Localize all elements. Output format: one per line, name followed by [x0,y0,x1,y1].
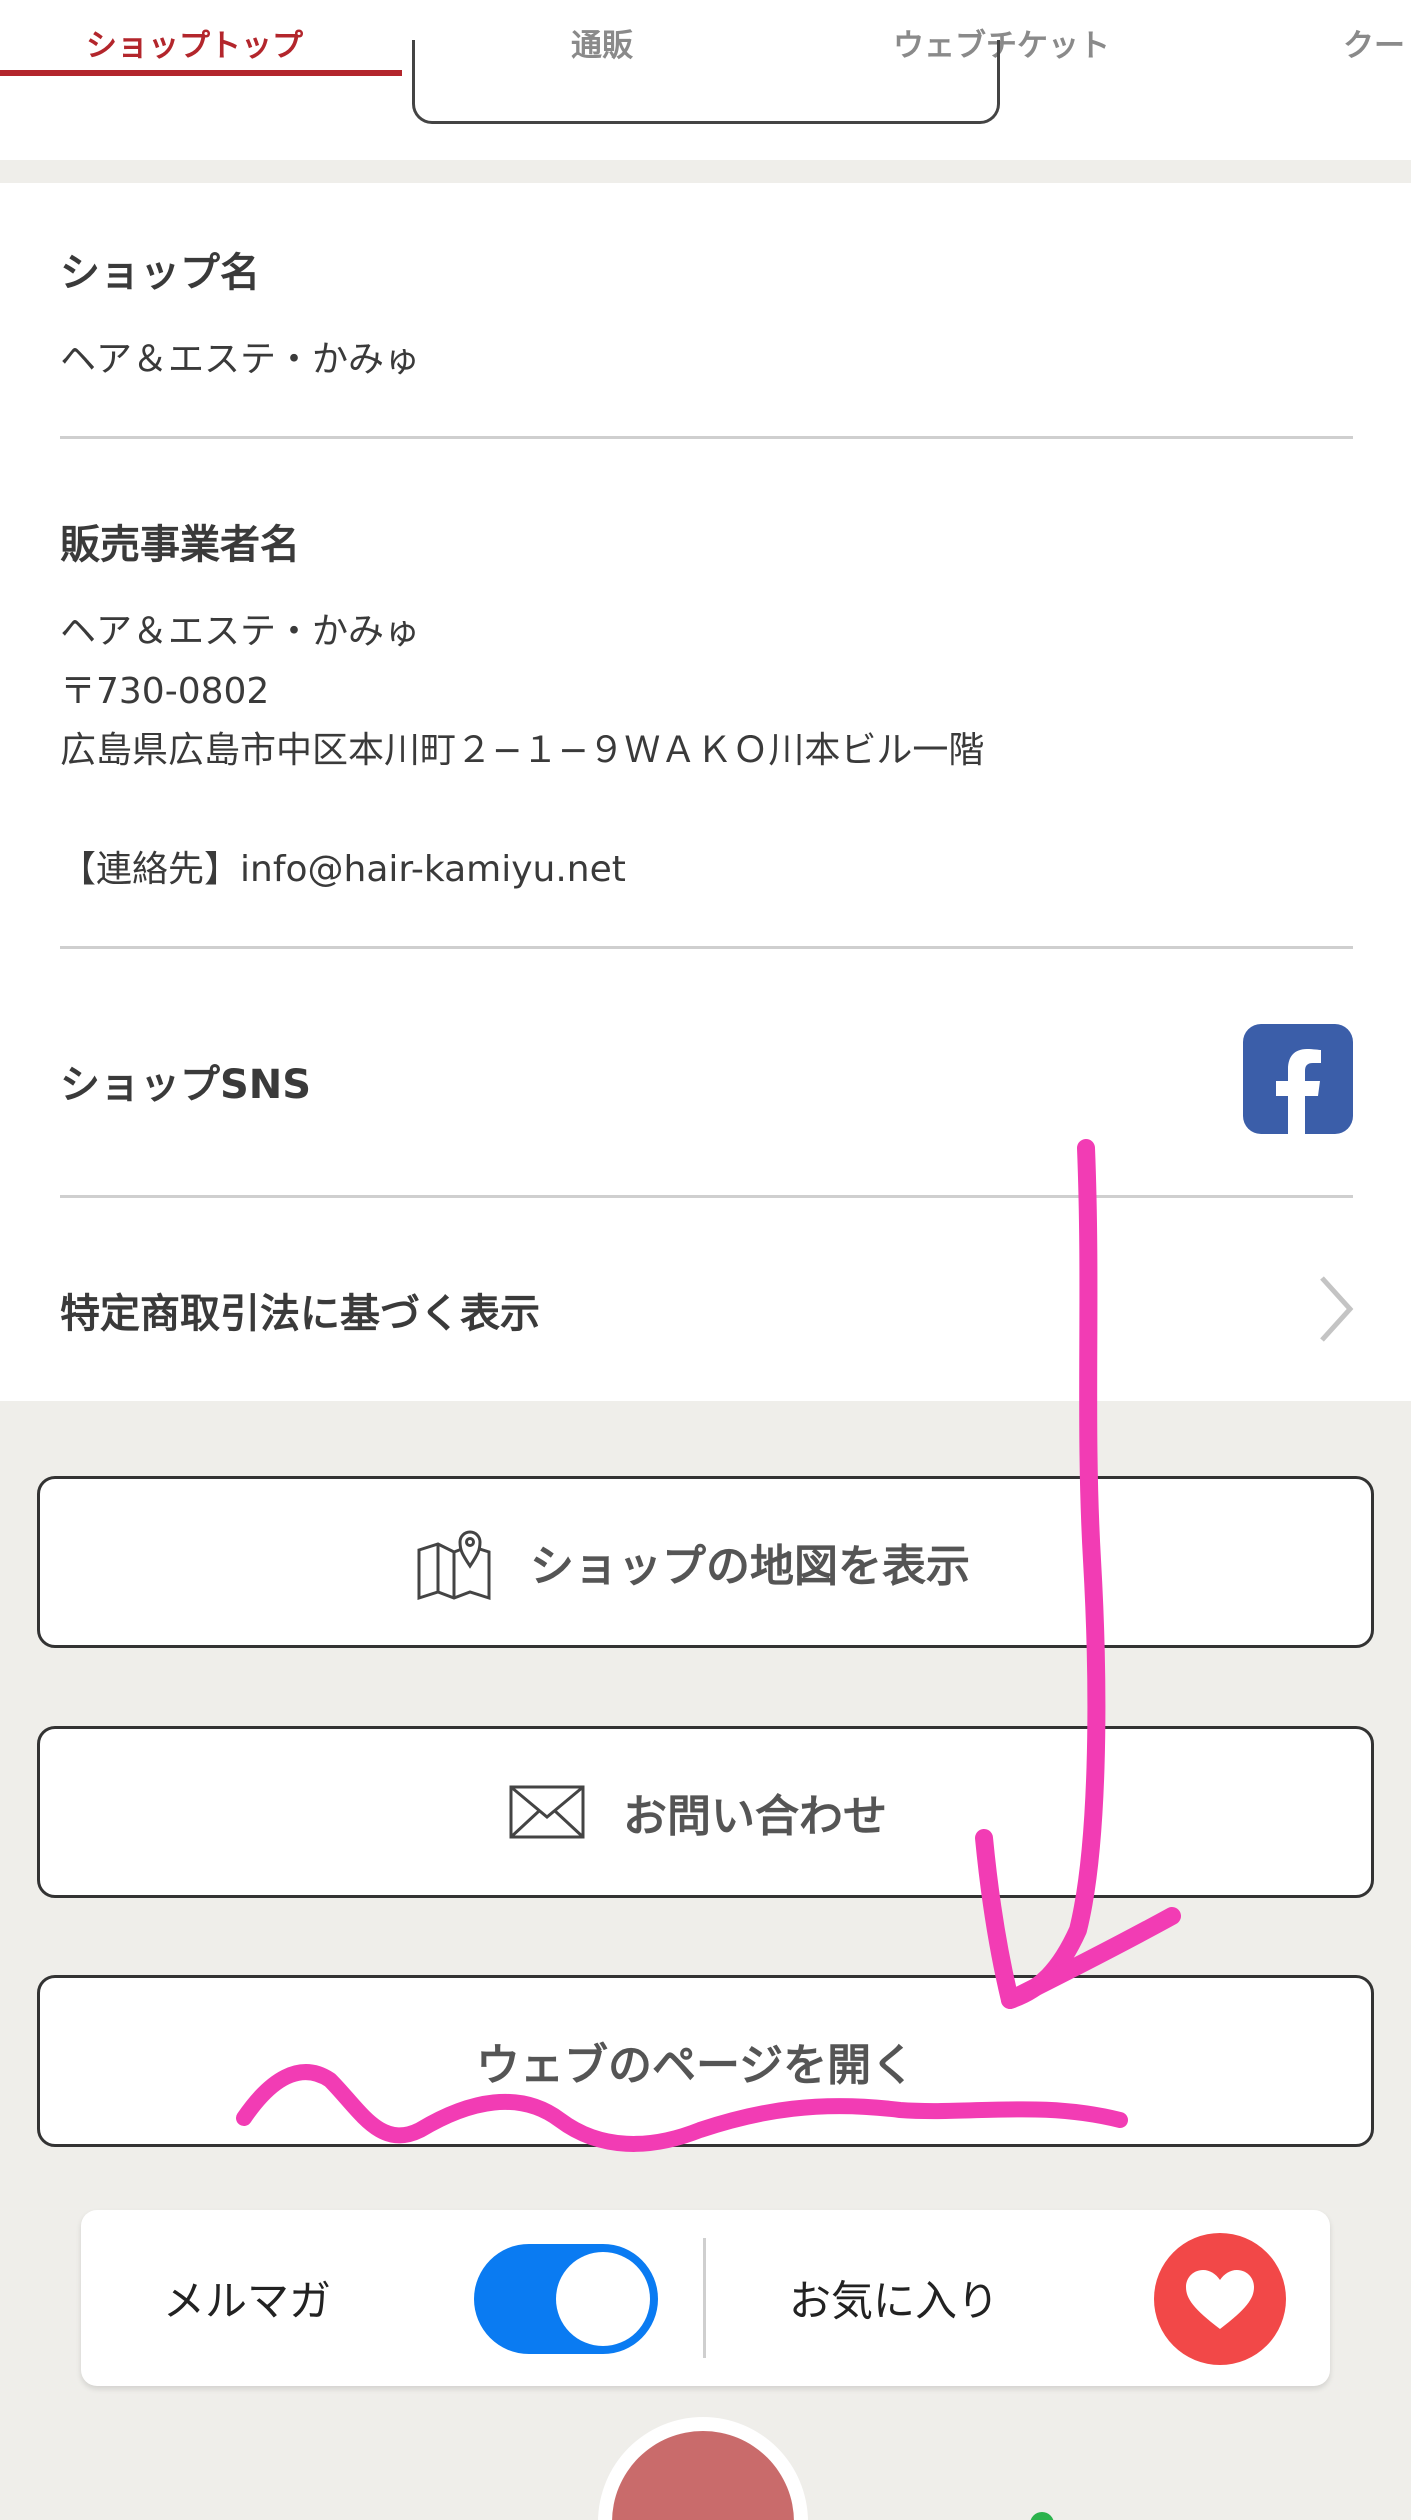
divider [60,946,1353,949]
seller-name: ヘア＆エステ・かみゅ [60,611,421,652]
seller-contact: 【連絡先】info@hair-kamiyu.net [60,849,626,890]
contact-label: お問い合わせ [623,1791,887,1842]
sns-heading: ショップSNS [60,1062,312,1108]
active-tab-indicator [0,70,402,76]
show-map-label: ショップの地図を表示 [530,1541,970,1592]
newsletter-label: メルマガ [163,2276,332,2326]
floating-action-button[interactable] [598,2417,808,2520]
legal-notice-link[interactable]: 特定商取引法に基づく表示 [60,1281,540,1339]
fab-icon [612,2431,794,2520]
tab-coupon[interactable]: クー [1343,20,1405,65]
shop-name-value: ヘア＆エステ・かみゅ [60,339,421,380]
heart-icon [1186,2270,1254,2329]
divider [60,436,1353,439]
toggle-knob [556,2252,650,2346]
show-map-button[interactable]: ショップの地図を表示 [37,1476,1374,1648]
chevron-right-icon [1320,1276,1354,1342]
status-dot [1030,2512,1054,2520]
envelope-icon [509,1785,585,1839]
previous-button-edge[interactable] [412,40,1000,124]
seller-postal: 〒730-0802 [60,671,270,712]
divider [60,1195,1353,1198]
seller-heading: 販売事業者名 [60,522,300,568]
newsletter-toggle[interactable] [474,2244,658,2354]
contact-button[interactable]: お問い合わせ [37,1726,1374,1898]
favorite-label: お気に入り [789,2276,1000,2326]
tab-shop-top[interactable]: ショップトップ [86,20,303,65]
facebook-icon[interactable] [1243,1024,1353,1134]
favorite-heart-button[interactable] [1154,2233,1286,2365]
shop-name-heading: ショップ名 [60,250,260,296]
separator [703,2238,706,2358]
seller-address: 広島県広島市中区本川町２−１−９ＷＡＫＯ川本ビル一階 [60,730,985,771]
open-web-page-label: ウェブのページを開く [476,2040,916,2091]
open-web-page-button[interactable]: ウェブのページを開く [37,1975,1374,2147]
map-icon [417,1530,491,1601]
newsletter-favorite-bar: メルマガ お気に入り [81,2210,1330,2386]
